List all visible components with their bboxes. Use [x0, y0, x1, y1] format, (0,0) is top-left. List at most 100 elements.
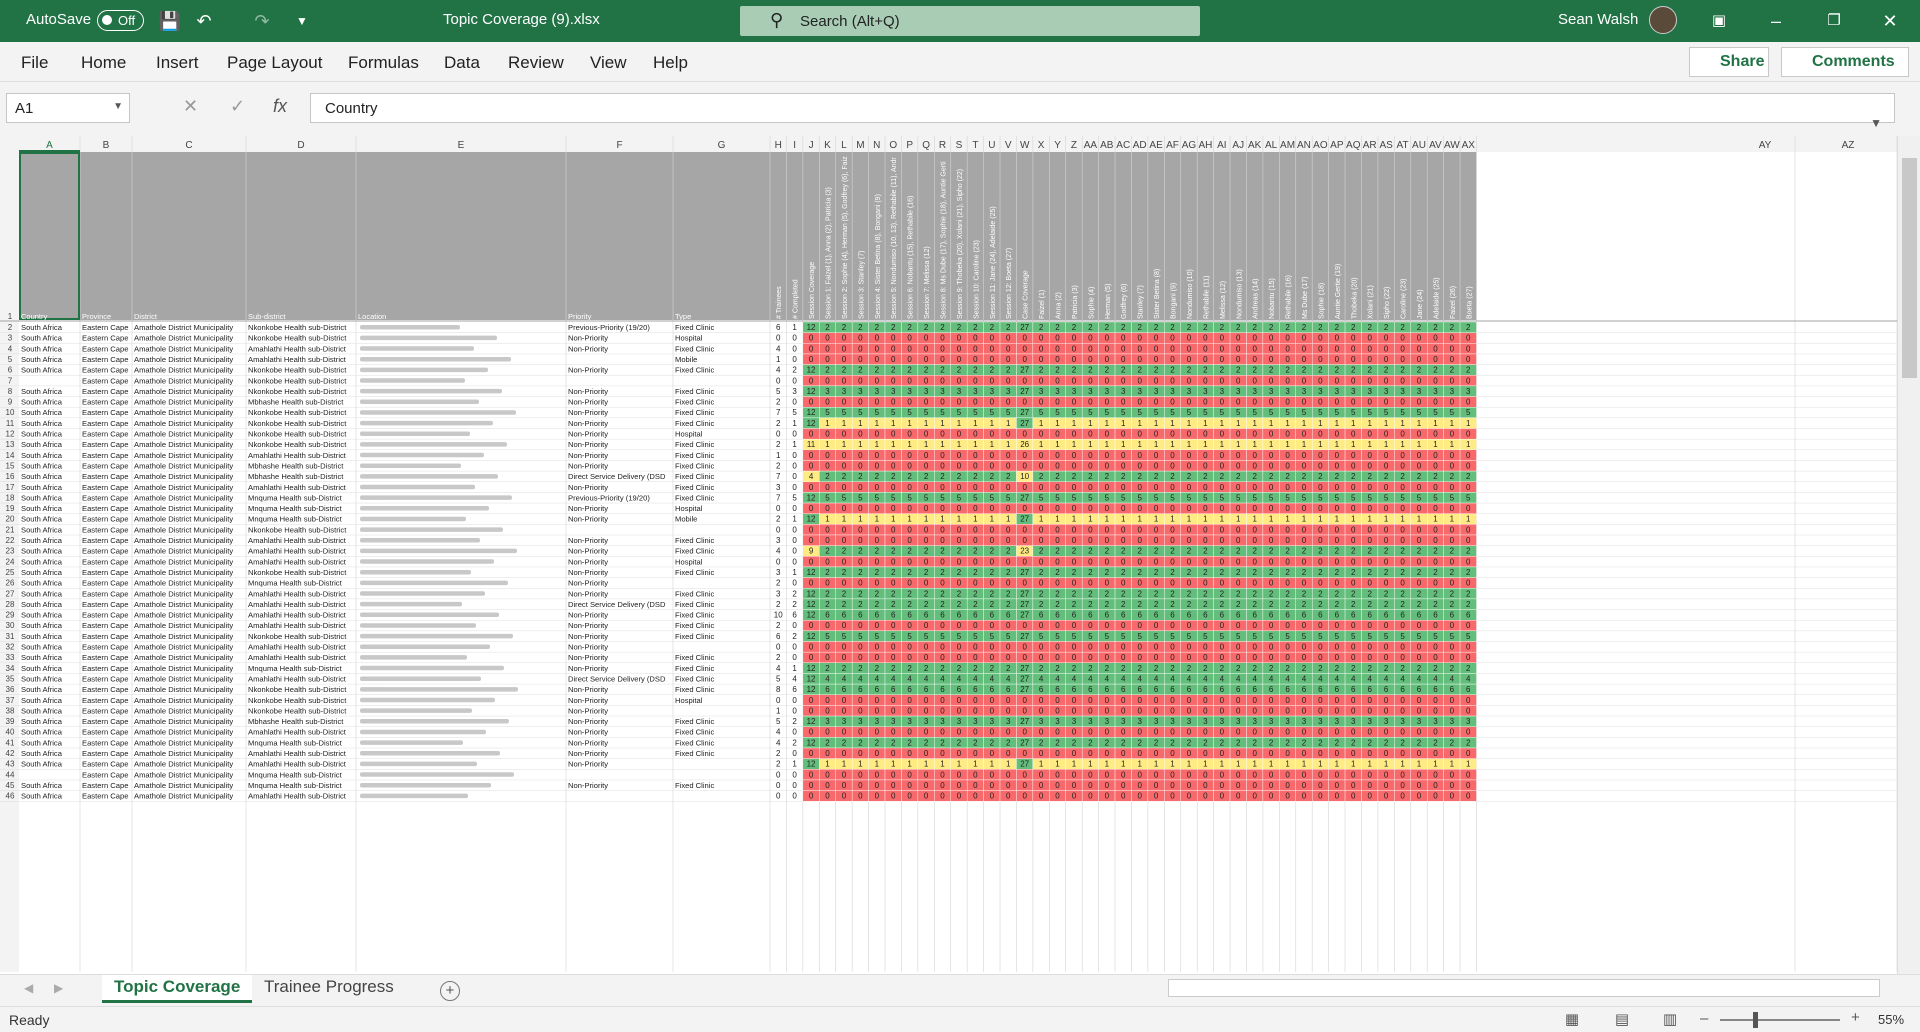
- cell-text[interactable]: Amahlathi Health sub-District: [248, 344, 347, 353]
- cell-text[interactable]: Nkonkobe Health sub-District: [248, 387, 347, 396]
- column-header-ax[interactable]: AX: [1462, 140, 1476, 151]
- row-header[interactable]: 17: [6, 483, 15, 492]
- cell-text[interactable]: Fixed Clinic: [675, 781, 714, 790]
- cell-text[interactable]: Eastern Cape: [82, 344, 128, 353]
- cell-text[interactable]: Eastern Cape: [82, 451, 128, 460]
- cell-text[interactable]: Amahlathi Health sub-District: [248, 643, 347, 652]
- zoom-level[interactable]: 55%: [1878, 1012, 1904, 1027]
- row-header[interactable]: 24: [6, 557, 15, 566]
- cell-text[interactable]: Amahlathi Health sub-District: [248, 611, 347, 620]
- cell-completed[interactable]: 0: [792, 792, 797, 801]
- cell-text[interactable]: Previous-Priority (19/20): [568, 323, 650, 332]
- menu-page-layout[interactable]: Page Layout: [227, 53, 322, 73]
- row-header[interactable]: 21: [6, 525, 15, 534]
- column-header-ao[interactable]: AO: [1313, 140, 1328, 151]
- cell-text[interactable]: Eastern Cape: [82, 419, 128, 428]
- cell-trainees[interactable]: 6: [776, 323, 781, 332]
- column-header-r[interactable]: R: [939, 140, 946, 151]
- cell-text[interactable]: South Africa: [21, 408, 63, 417]
- cell-text[interactable]: Amathole District Municipality: [134, 717, 233, 726]
- cell-text[interactable]: Amathole District Municipality: [134, 536, 233, 545]
- cell-text[interactable]: Nkonkobe Health sub-District: [248, 696, 347, 705]
- cell-trainees[interactable]: 2: [776, 579, 781, 588]
- row-header[interactable]: 20: [6, 515, 15, 524]
- column-header-x[interactable]: X: [1038, 140, 1045, 151]
- cell-text[interactable]: Amahlathi Health sub-District: [248, 674, 347, 683]
- cell-text[interactable]: Amahlathi Health sub-District: [248, 792, 347, 801]
- cell-text[interactable]: Non-Priority: [568, 387, 608, 396]
- cell-text[interactable]: Nkonkobe Health sub-District: [248, 568, 347, 577]
- cell-text[interactable]: Fixed Clinic: [675, 600, 714, 609]
- cell-completed[interactable]: 2: [792, 366, 797, 375]
- column-header-d[interactable]: D: [297, 140, 304, 151]
- cell-text[interactable]: South Africa: [21, 717, 63, 726]
- cell-text[interactable]: Non-Priority: [568, 728, 608, 737]
- cell-text[interactable]: Fixed Clinic: [675, 536, 714, 545]
- cell-text[interactable]: Amathole District Municipality: [134, 419, 233, 428]
- cell-text[interactable]: Non-Priority: [568, 579, 608, 588]
- cell-text[interactable]: Amathole District Municipality: [134, 568, 233, 577]
- column-header-aw[interactable]: AW: [1444, 140, 1460, 151]
- cell-text[interactable]: Eastern Cape: [82, 568, 128, 577]
- cell-text[interactable]: Amahlathi Health sub-District: [248, 557, 347, 566]
- cell-text[interactable]: Non-Priority: [568, 760, 608, 769]
- cell-text[interactable]: South Africa: [21, 738, 63, 747]
- cell-text[interactable]: South Africa: [21, 632, 63, 641]
- menu-home[interactable]: Home: [81, 53, 126, 73]
- cell-text[interactable]: Fixed Clinic: [675, 685, 714, 694]
- search-box[interactable]: ⚲ Search (Alt+Q): [740, 6, 1200, 36]
- cell-text[interactable]: Eastern Cape: [82, 589, 128, 598]
- menu-view[interactable]: View: [590, 53, 627, 73]
- row-header[interactable]: 45: [6, 781, 15, 790]
- cell-text[interactable]: South Africa: [21, 366, 63, 375]
- cell-text[interactable]: Fixed Clinic: [675, 493, 714, 502]
- row-header[interactable]: 43: [6, 760, 15, 769]
- cell-text[interactable]: Fixed Clinic: [675, 387, 714, 396]
- cell-text[interactable]: South Africa: [21, 600, 63, 609]
- column-header-p[interactable]: P: [906, 140, 913, 151]
- cell-text[interactable]: Amathole District Municipality: [134, 376, 233, 385]
- cell-text[interactable]: South Africa: [21, 760, 63, 769]
- cell-text[interactable]: Fixed Clinic: [675, 728, 714, 737]
- page-break-view-icon[interactable]: ▥: [1648, 1010, 1692, 1030]
- cell-completed[interactable]: 0: [792, 547, 797, 556]
- cell-text[interactable]: Fixed Clinic: [675, 589, 714, 598]
- cell-trainees[interactable]: 0: [776, 557, 781, 566]
- cell-trainees[interactable]: 0: [776, 696, 781, 705]
- column-header-ah[interactable]: AH: [1198, 140, 1212, 151]
- cell-text[interactable]: South Africa: [21, 419, 63, 428]
- cell-text[interactable]: Eastern Cape: [82, 408, 128, 417]
- row-header[interactable]: 15: [6, 461, 15, 470]
- zoom-slider[interactable]: [1720, 1019, 1840, 1021]
- cell-text[interactable]: Direct Service Delivery (DSD: [568, 600, 666, 609]
- tab-topic-coverage[interactable]: Topic Coverage: [102, 975, 253, 1003]
- cell-completed[interactable]: 0: [792, 770, 797, 779]
- cell-completed[interactable]: 0: [792, 344, 797, 353]
- cell-completed[interactable]: 1: [792, 440, 797, 449]
- row-header[interactable]: 3: [8, 334, 13, 343]
- cell-text[interactable]: Eastern Cape: [82, 749, 128, 758]
- cell-text[interactable]: Amathole District Municipality: [134, 387, 233, 396]
- cell-completed[interactable]: 3: [792, 387, 797, 396]
- expand-formula-icon[interactable]: ▼: [1870, 116, 1882, 130]
- cell-trainees[interactable]: 2: [776, 419, 781, 428]
- cell-text[interactable]: Fixed Clinic: [675, 632, 714, 641]
- row-header[interactable]: 5: [8, 355, 13, 364]
- cell-text[interactable]: Eastern Cape: [82, 515, 128, 524]
- cell-text[interactable]: Amathole District Municipality: [134, 589, 233, 598]
- row-header[interactable]: 25: [6, 568, 15, 577]
- cell-trainees[interactable]: 4: [776, 344, 781, 353]
- column-header-l[interactable]: L: [841, 140, 847, 151]
- row-header[interactable]: 8: [8, 387, 13, 396]
- document-title[interactable]: Topic Coverage (9).xlsx: [443, 11, 600, 28]
- cell-text[interactable]: Amathole District Municipality: [134, 674, 233, 683]
- column-header-ag[interactable]: AG: [1182, 140, 1197, 151]
- cell-trainees[interactable]: 1: [776, 706, 781, 715]
- cell-text[interactable]: Fixed Clinic: [675, 398, 714, 407]
- cell-text[interactable]: South Africa: [21, 504, 63, 513]
- cell-text[interactable]: Eastern Cape: [82, 717, 128, 726]
- cell-text[interactable]: Fixed Clinic: [675, 738, 714, 747]
- cell-completed[interactable]: 0: [792, 781, 797, 790]
- cell-text[interactable]: Fixed Clinic: [675, 674, 714, 683]
- formula-input[interactable]: Country ▼: [310, 93, 1895, 130]
